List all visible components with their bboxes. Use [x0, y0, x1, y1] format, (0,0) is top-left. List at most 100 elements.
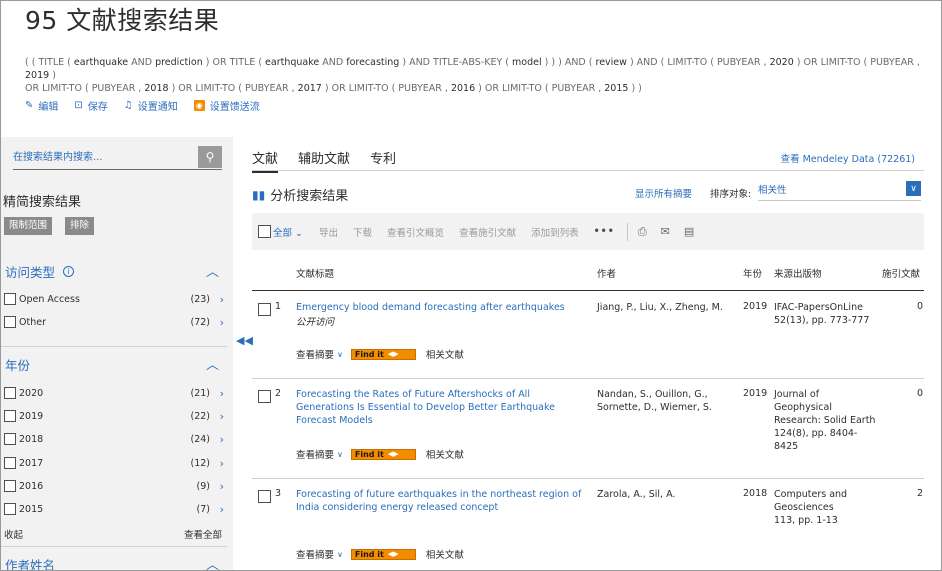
query-term: 2016 [450, 83, 476, 94]
select-all-checkbox[interactable] [258, 225, 271, 238]
checkbox[interactable] [4, 480, 16, 492]
query-line-2: OR LIMIT-TO ( PUBYEAR , 2018 ) OR LIMIT-… [25, 82, 925, 95]
collapse-sidebar-icon[interactable]: ◀◀ [236, 334, 253, 347]
chevron-right-icon[interactable]: › [220, 293, 224, 306]
facet-item-year-2017[interactable]: 2017 (12) › [4, 455, 226, 471]
checkbox[interactable] [4, 410, 16, 422]
document-authors[interactable]: Nandan, S., Ouillon, G., Sornette, D., W… [597, 388, 733, 414]
refine-results-title: 精简搜索结果 [3, 195, 82, 210]
chevron-right-icon[interactable]: › [220, 457, 224, 470]
find-it-button[interactable]: Find it ◀▶ [350, 348, 416, 360]
export-button[interactable]: 导出 [319, 225, 338, 239]
column-header-cited-by[interactable]: 施引文献 [882, 266, 920, 280]
document-authors[interactable]: Jiang, P., Liu, X., Zheng, M. [597, 301, 733, 314]
chevron-right-icon[interactable]: › [220, 480, 224, 493]
divider [1, 546, 227, 547]
select-all-dropdown[interactable]: 全部 ⌄ [273, 225, 303, 239]
limit-to-button[interactable]: 限制范围 [4, 217, 53, 235]
facet-item-year-2019[interactable]: 2019 (22) › [4, 408, 226, 424]
set-alert-button[interactable]: ♫ 设置通知 [124, 98, 178, 113]
view-all-link[interactable]: 查看全部 [184, 527, 222, 541]
arrow-icon: ◀▶ [387, 550, 399, 558]
set-feed-button[interactable]: ◉ 设置馈送流 [193, 98, 260, 113]
checkbox[interactable] [4, 457, 16, 469]
checkbox[interactable] [4, 316, 16, 328]
chevron-up-icon[interactable]: ︿ [206, 554, 219, 570]
checkbox[interactable] [4, 387, 16, 399]
row-actions: 查看摘要 ∨ Find it ◀▶ 相关文献 [296, 447, 464, 461]
checkbox[interactable] [4, 293, 16, 305]
find-it-button[interactable]: Find it ◀▶ [350, 548, 416, 560]
print-icon[interactable]: ⎙ [638, 225, 647, 239]
related-documents-link[interactable]: 相关文献 [426, 447, 464, 461]
document-cited-count[interactable]: 0 [917, 301, 923, 312]
column-header-authors[interactable]: 作者 [597, 266, 616, 280]
search-within-input[interactable] [13, 146, 193, 168]
download-button[interactable]: 下载 [353, 225, 372, 239]
chevron-right-icon[interactable]: › [220, 316, 224, 329]
document-source[interactable]: IFAC-PapersOnLine 52(13), pp. 773-777 [774, 301, 879, 327]
row-number: 1 [275, 301, 282, 312]
collapse-link[interactable]: 收起 [4, 527, 23, 541]
facet-item-open-access[interactable]: Open Access (23) › [4, 291, 226, 307]
chevron-down-icon[interactable]: ∨ [337, 450, 343, 459]
checkbox[interactable] [4, 433, 16, 445]
document-icon[interactable]: ▤ [684, 225, 694, 238]
document-source[interactable]: Computers and Geosciences 113, pp. 1-13 [774, 488, 879, 527]
view-abstract-link[interactable]: 查看摘要 [296, 547, 334, 561]
sort-select[interactable]: 相关性 ∨ [758, 181, 921, 201]
facet-item-year-2020[interactable]: 2020 (21) › [4, 385, 226, 401]
document-source[interactable]: Journal of Geophysical Research: Solid E… [774, 388, 879, 453]
document-title-link[interactable]: Emergency blood demand forecasting after… [296, 301, 586, 314]
document-title-link[interactable]: Forecasting the Rates of Future Aftersho… [296, 388, 586, 427]
search-within-button[interactable]: ⚲ [198, 146, 222, 168]
document-cited-count[interactable]: 0 [917, 388, 923, 399]
chevron-right-icon[interactable]: › [220, 410, 224, 423]
add-to-list-button[interactable]: 添加到列表 [531, 225, 579, 239]
facet-item-other[interactable]: Other (72) › [4, 314, 226, 330]
facet-item-year-2015[interactable]: 2015 (7) › [4, 501, 226, 517]
document-authors[interactable]: Zarola, A., Sil, A. [597, 488, 733, 501]
find-it-button[interactable]: Find it ◀▶ [350, 448, 416, 460]
column-header-title[interactable]: 文献标题 [296, 266, 334, 280]
chevron-up-icon[interactable]: ︿ [206, 354, 219, 373]
column-header-source[interactable]: 来源出版物 [774, 266, 822, 280]
document-cited-count[interactable]: 2 [917, 488, 923, 499]
chevron-down-icon[interactable]: ∨ [337, 350, 343, 359]
facet-author-header[interactable]: 作者姓名 ︿ [5, 554, 219, 570]
results-toolbar: 全部 ⌄ 导出 下载 查看引文概览 查看施引文献 添加到列表 ••• ⎙ ✉ ▤ [252, 213, 924, 250]
row-checkbox[interactable] [258, 390, 271, 403]
related-documents-link[interactable]: 相关文献 [426, 547, 464, 561]
facet-item-year-2018[interactable]: 2018 (24) › [4, 431, 226, 447]
row-checkbox[interactable] [258, 490, 271, 503]
info-icon[interactable]: i [63, 266, 75, 277]
citation-overview-button[interactable]: 查看引文概览 [387, 225, 444, 239]
facet-item-year-2016[interactable]: 2016 (9) › [4, 478, 226, 494]
chevron-right-icon[interactable]: › [220, 387, 224, 400]
query-term: model [512, 57, 542, 68]
view-abstract-link[interactable]: 查看摘要 [296, 347, 334, 361]
related-documents-link[interactable]: 相关文献 [426, 347, 464, 361]
more-options-icon[interactable]: ••• [594, 226, 615, 237]
chevron-down-icon[interactable]: ∨ [337, 550, 343, 559]
analyze-results-link[interactable]: ▮▮ 分析搜索结果 [252, 185, 348, 205]
query-operator: OR LIMIT-TO ( PUBYEAR , [25, 83, 145, 94]
facet-access-type-header[interactable]: 访问类型 i ︿ [5, 262, 219, 281]
chevron-right-icon[interactable]: › [220, 433, 224, 446]
checkbox[interactable] [4, 503, 16, 515]
document-title-link[interactable]: Forecasting of future earthquakes in the… [296, 488, 586, 514]
save-button[interactable]: ⊡ 保存 [74, 98, 107, 113]
chevron-down-icon: ⌄ [295, 227, 304, 239]
facet-year-header[interactable]: 年份 ︿ [5, 355, 219, 374]
row-checkbox[interactable] [258, 303, 271, 316]
show-all-abstracts-link[interactable]: 显示所有摘要 [635, 186, 692, 200]
exclude-button[interactable]: 排除 [65, 217, 95, 235]
email-icon[interactable]: ✉ [661, 225, 670, 238]
cited-by-button[interactable]: 查看施引文献 [459, 225, 516, 239]
chevron-right-icon[interactable]: › [220, 503, 224, 516]
edit-button[interactable]: ✎ 编辑 [25, 98, 58, 113]
view-abstract-link[interactable]: 查看摘要 [296, 447, 334, 461]
column-header-year[interactable]: 年份 [743, 266, 762, 280]
mendeley-data-link[interactable]: 查看 Mendeley Data (72261) [781, 151, 915, 165]
chevron-up-icon[interactable]: ︿ [206, 261, 219, 280]
